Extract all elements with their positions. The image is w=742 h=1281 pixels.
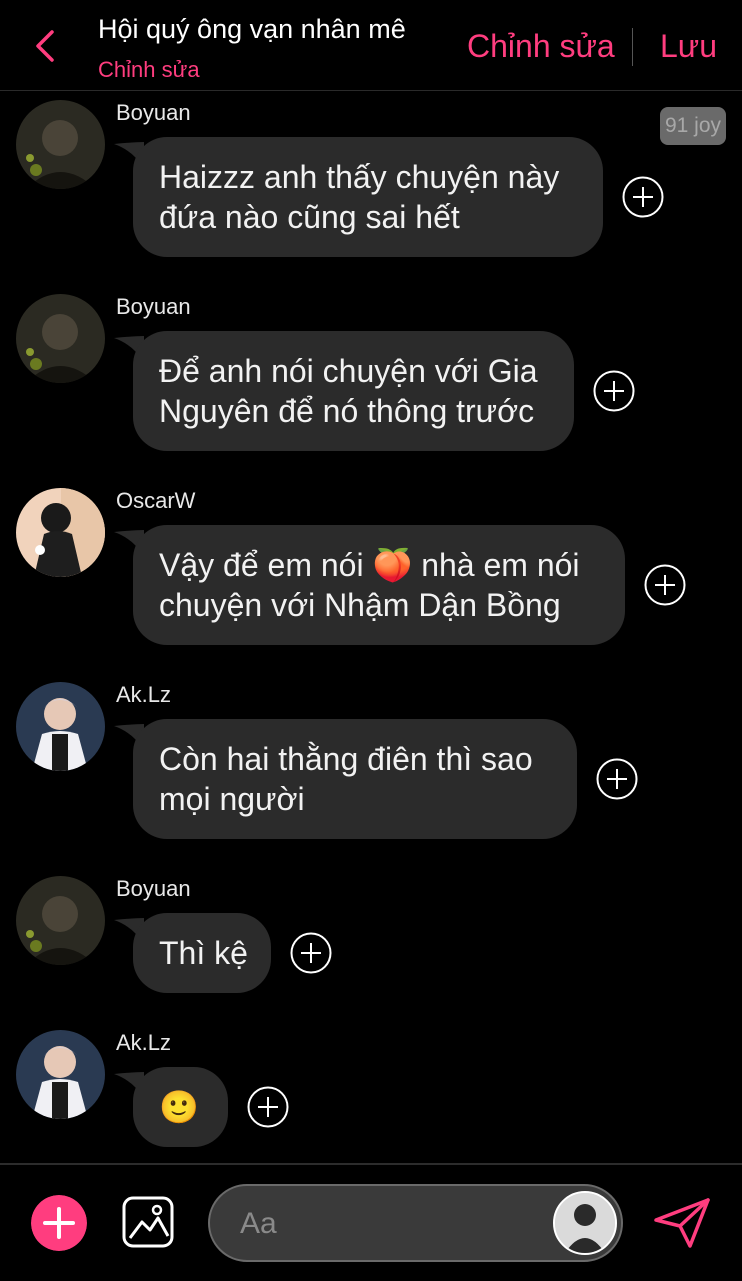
aklz-avatar[interactable] bbox=[16, 682, 105, 771]
message-line: mọi người bbox=[159, 781, 305, 817]
aklz-avatar[interactable] bbox=[16, 1030, 105, 1119]
message-bubble[interactable]: Còn hai thằng điên thì sao mọi người bbox=[133, 719, 577, 839]
message-item: OscarW Vậy để em nói 🍑 nhà em nói chuyện… bbox=[0, 488, 742, 648]
sender-name: OscarW bbox=[116, 488, 196, 513]
chat-header: Hội quý ông vạn nhân mê Chỉnh sửa Chỉnh … bbox=[0, 0, 742, 91]
user-avatar-icon[interactable] bbox=[553, 1191, 617, 1255]
add-reaction-icon[interactable] bbox=[247, 1086, 289, 1128]
message-line: 🙂 bbox=[159, 1089, 199, 1125]
plus-icon[interactable] bbox=[31, 1195, 87, 1251]
chat-subtitle[interactable]: Chỉnh sửa bbox=[98, 57, 200, 83]
boyuan-avatar[interactable] bbox=[16, 294, 105, 383]
message-input-wrapper[interactable] bbox=[208, 1184, 623, 1262]
boyuan-avatar[interactable] bbox=[16, 100, 105, 189]
add-reaction-icon[interactable] bbox=[593, 370, 635, 412]
message-line: Haizzz anh thấy chuyện này bbox=[159, 159, 560, 195]
message-line: Thì kệ bbox=[159, 935, 248, 971]
message-bubble[interactable]: 🙂 bbox=[133, 1067, 228, 1147]
sender-name: Ak.Lz bbox=[116, 1030, 172, 1055]
message-line: Để anh nói chuyện với Gia bbox=[159, 353, 538, 389]
message-item: Boyuan Thì kệ bbox=[0, 876, 742, 996]
sender-name: Boyuan bbox=[116, 294, 191, 319]
message-item: Ak.Lz 🙂 bbox=[0, 1030, 742, 1150]
save-button[interactable]: Lưu bbox=[660, 28, 717, 65]
add-reaction-icon[interactable] bbox=[290, 932, 332, 974]
chat-title: Hội quý ông vạn nhân mê bbox=[98, 14, 406, 44]
edit-button[interactable]: Chỉnh sửa bbox=[467, 28, 615, 65]
message-line: Còn hai thằng điên thì sao bbox=[159, 741, 533, 777]
composer-divider bbox=[0, 1163, 742, 1165]
message-bubble[interactable]: Vậy để em nói 🍑 nhà em nói chuyện với Nh… bbox=[133, 525, 625, 645]
message-line: đứa nào cũng sai hết bbox=[159, 199, 460, 235]
message-line: Nguyên để nó thông trước bbox=[159, 393, 535, 429]
boyuan-avatar[interactable] bbox=[16, 876, 105, 965]
message-bubble[interactable]: Để anh nói chuyện với Gia Nguyên để nó t… bbox=[133, 331, 574, 451]
message-input[interactable] bbox=[238, 1200, 542, 1248]
message-item: Boyuan Để anh nói chuyện với Gia Nguyên … bbox=[0, 294, 742, 454]
message-bubble[interactable]: Thì kệ bbox=[133, 913, 271, 993]
message-item: Ak.Lz Còn hai thằng điên thì sao mọi ngư… bbox=[0, 682, 742, 842]
sender-name: Ak.Lz bbox=[116, 682, 172, 707]
message-line: Vậy để em nói 🍑 nhà em nói bbox=[159, 547, 580, 583]
image-icon[interactable] bbox=[122, 1196, 174, 1248]
oscarw-avatar[interactable] bbox=[16, 488, 105, 577]
sender-name: Boyuan bbox=[116, 100, 191, 125]
message-line: chuyện với Nhậm Dận Bồng bbox=[159, 587, 561, 623]
message-bubble[interactable]: Haizzz anh thấy chuyện này đứa nào cũng … bbox=[133, 137, 603, 257]
sender-name: Boyuan bbox=[116, 876, 191, 901]
send-icon[interactable] bbox=[652, 1196, 712, 1250]
message-item: Boyuan Haizzz anh thấy chuyện này đứa nà… bbox=[0, 100, 742, 260]
back-chevron-icon[interactable] bbox=[28, 26, 64, 66]
add-reaction-icon[interactable] bbox=[596, 758, 638, 800]
add-reaction-icon[interactable] bbox=[622, 176, 664, 218]
header-divider bbox=[632, 28, 633, 66]
add-reaction-icon[interactable] bbox=[644, 564, 686, 606]
